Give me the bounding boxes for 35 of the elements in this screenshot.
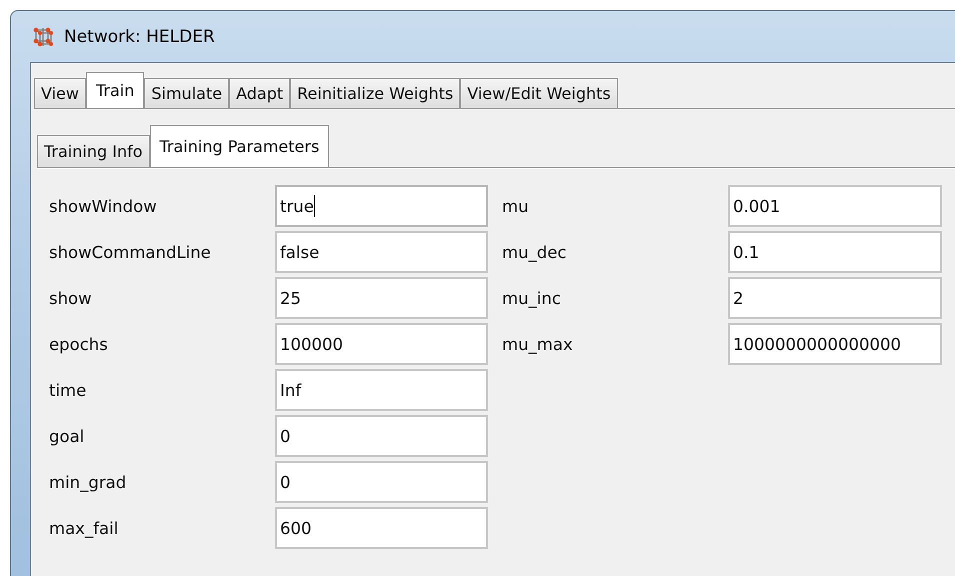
input-field[interactable]: true <box>275 185 488 227</box>
tab[interactable]: Training Info <box>37 135 150 167</box>
parameter-label: mu_dec <box>502 242 568 262</box>
input-field[interactable]: 0 <box>275 415 488 457</box>
tab[interactable]: Simulate <box>144 78 230 108</box>
text-caret <box>314 195 315 217</box>
parameter-label: mu <box>502 196 530 216</box>
tab[interactable]: Train <box>86 72 144 108</box>
parameter-label: epochs <box>49 334 109 354</box>
input-field[interactable]: Inf <box>275 369 488 411</box>
input-field[interactable]: 1000000000000000 <box>728 323 942 365</box>
network-icon <box>32 26 54 48</box>
parameter-label: time <box>49 380 88 400</box>
parameter-label: min_grad <box>49 472 128 492</box>
parameter-label: max_fail <box>49 518 120 538</box>
input-field[interactable]: false <box>275 231 488 273</box>
window-title: Network: HELDER <box>64 26 215 46</box>
input-field[interactable]: 25 <box>275 277 488 319</box>
parameter-label: showCommandLine <box>49 242 212 262</box>
input-field[interactable]: 0 <box>275 461 488 503</box>
input-field[interactable]: 2 <box>728 277 942 319</box>
tab[interactable]: Training Parameters <box>150 125 330 167</box>
tab[interactable]: View <box>34 78 86 108</box>
parameter-label: goal <box>49 426 86 446</box>
input-field[interactable]: 600 <box>275 507 488 549</box>
parameter-label: showWindow <box>49 196 158 216</box>
input-field[interactable]: 100000 <box>275 323 488 365</box>
tab[interactable]: Adapt <box>229 78 290 108</box>
tab[interactable]: Reinitialize Weights <box>290 78 460 108</box>
parameter-label: mu_max <box>502 334 574 354</box>
parameter-label: show <box>49 288 93 308</box>
tab[interactable]: View/Edit Weights <box>460 78 618 108</box>
input-field[interactable]: 0.1 <box>728 231 942 273</box>
input-field[interactable]: 0.001 <box>728 185 942 227</box>
parameter-label: mu_inc <box>502 288 562 308</box>
